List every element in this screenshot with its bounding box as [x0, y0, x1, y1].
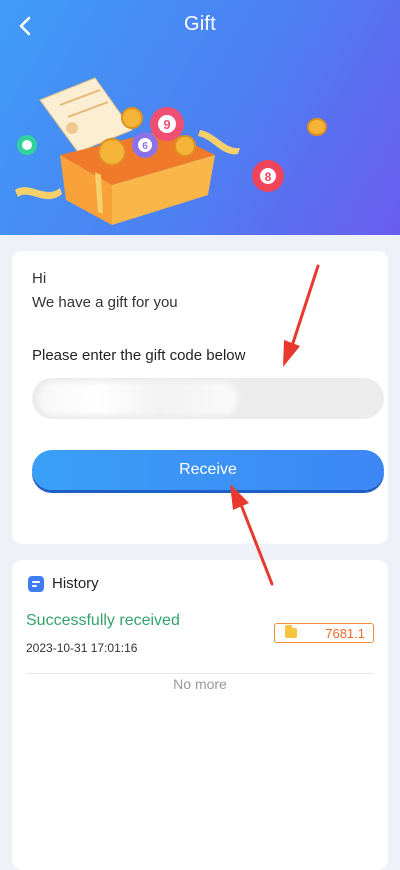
- svg-text:8: 8: [265, 170, 272, 184]
- gift-code-prompt: Please enter the gift code below: [32, 347, 246, 364]
- history-list-icon: [28, 576, 44, 592]
- wallet-icon: [285, 625, 297, 638]
- history-title: History: [52, 575, 99, 592]
- lottery-ball-9: 9: [150, 107, 184, 141]
- gift-code-card: Hi We have a gift for you Please enter t…: [12, 251, 388, 544]
- green-ball-icon: [17, 135, 37, 155]
- coin-icon: [121, 107, 143, 129]
- redacted-code-blur: [38, 382, 238, 415]
- greeting-text: Hi: [32, 270, 47, 287]
- gift-message: We have a gift for you: [32, 294, 178, 311]
- history-card: History Successfully received 2023-10-31…: [12, 560, 388, 870]
- coin-icon: [174, 135, 196, 157]
- history-status: Successfully received: [26, 612, 180, 629]
- divider: [26, 673, 374, 674]
- svg-text:9: 9: [163, 117, 170, 132]
- lottery-ball-8: 8: [252, 160, 284, 192]
- receive-button[interactable]: Receive: [32, 450, 384, 490]
- coin-icon: [98, 138, 126, 166]
- header: Gift 9 6 8: [0, 0, 400, 235]
- gift-box-illustration: 9 6 8: [15, 77, 327, 225]
- svg-text:6: 6: [142, 141, 148, 152]
- coin-icon: [307, 118, 327, 136]
- no-more-text: No more: [173, 676, 227, 692]
- amount-value: 7681.1: [325, 626, 365, 641]
- amount-badge: 7681.1: [274, 623, 374, 643]
- history-timestamp: 2023-10-31 17:01:16: [26, 641, 138, 655]
- lottery-ball-6: 6: [132, 132, 158, 158]
- page-title: Gift: [184, 13, 216, 35]
